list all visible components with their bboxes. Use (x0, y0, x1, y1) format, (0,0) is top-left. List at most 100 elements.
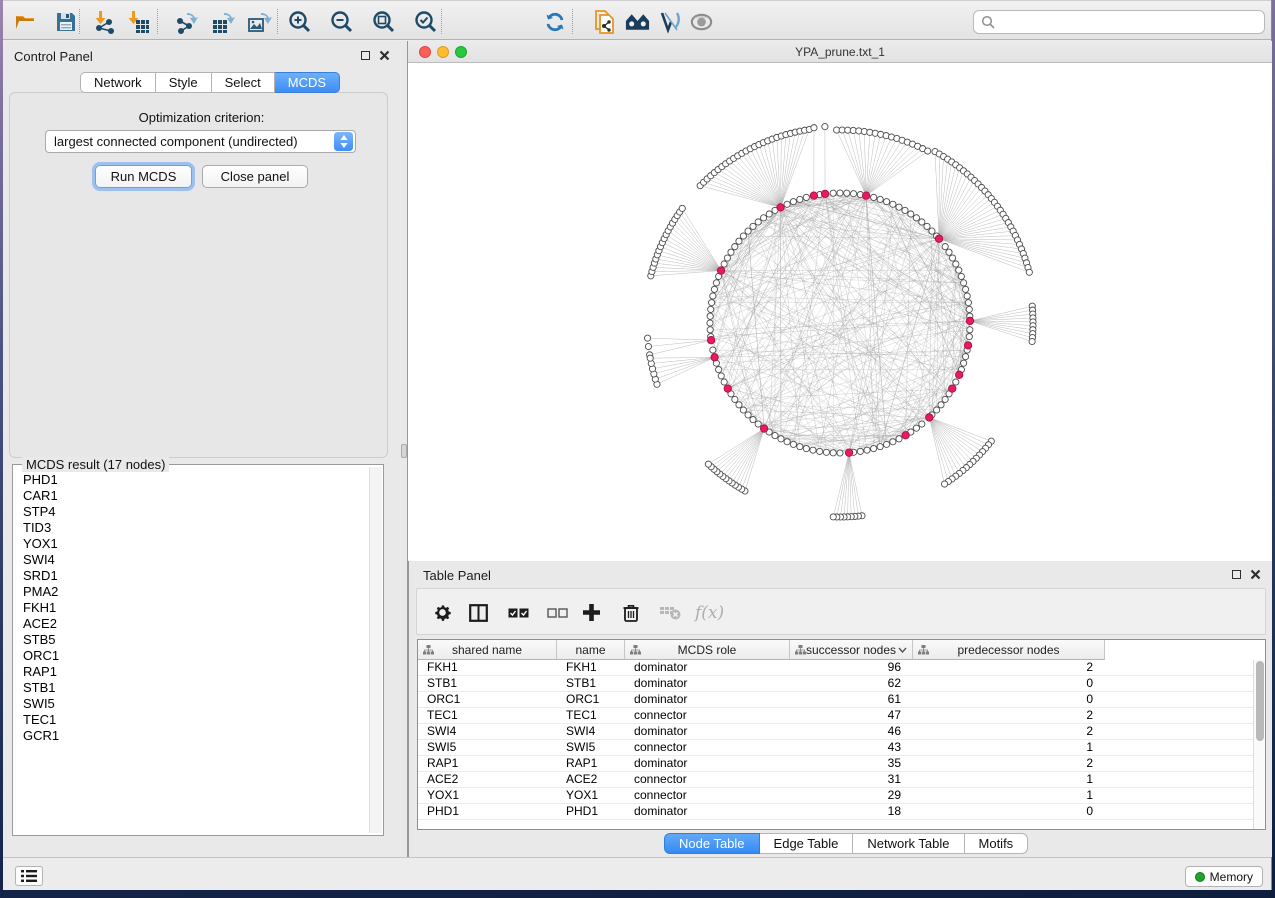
ring-node[interactable] (810, 447, 816, 453)
mcds-list-scrollbar[interactable] (369, 467, 382, 833)
ring-node[interactable] (929, 228, 935, 234)
cell-shared-name[interactable]: PHD1 (418, 804, 557, 819)
ring-node[interactable] (711, 286, 717, 292)
cell-MCDS-role[interactable]: connector (625, 772, 790, 787)
column-header-successor-nodes[interactable]: successor nodes (790, 640, 913, 660)
mcds-hub-node[interactable] (724, 385, 731, 392)
criterion-select[interactable]: largest connected component (undirected) (45, 130, 356, 153)
search-input[interactable] (1000, 13, 1264, 31)
table-row[interactable]: ACE2ACE2connector311 (418, 772, 1253, 788)
tab-network-table[interactable]: Network Table (853, 833, 964, 854)
ring-node[interactable] (736, 402, 742, 408)
ring-node[interactable] (718, 373, 724, 379)
cell-predecessor-nodes[interactable]: 0 (913, 692, 1105, 707)
cell-predecessor-nodes[interactable]: 2 (913, 756, 1105, 771)
leaf-node[interactable] (830, 514, 836, 520)
tab-network[interactable]: Network (80, 72, 156, 93)
ring-node[interactable] (890, 439, 896, 445)
ring-node[interactable] (728, 249, 734, 255)
ring-node[interactable] (883, 441, 889, 447)
ring-node[interactable] (709, 300, 715, 306)
table-row[interactable]: ORC1ORC1dominator610 (418, 692, 1253, 708)
cell-predecessor-nodes[interactable]: 0 (913, 676, 1105, 691)
cell-name[interactable]: PHD1 (557, 804, 625, 819)
ring-node[interactable] (896, 436, 902, 442)
ring-node[interactable] (942, 243, 948, 249)
leaf-node[interactable] (811, 125, 817, 131)
table-scrollbar-thumb[interactable] (1256, 661, 1264, 741)
mcds-node-item[interactable]: PMA2 (14, 584, 368, 600)
close-panel-button[interactable]: Close panel (202, 165, 308, 188)
network-canvas[interactable] (408, 63, 1272, 561)
mcds-hub-node[interactable] (935, 235, 942, 242)
ring-node[interactable] (707, 327, 713, 333)
mcds-node-item[interactable]: RAP1 (14, 664, 368, 680)
memory-button[interactable]: Memory (1185, 866, 1263, 887)
column-header-predecessor-nodes[interactable]: predecessor nodes (913, 640, 1105, 660)
ring-node[interactable] (837, 190, 843, 196)
cell-MCDS-role[interactable]: connector (625, 708, 790, 723)
refresh-icon[interactable] (541, 8, 568, 35)
table-row[interactable]: TEC1TEC1connector472 (418, 708, 1253, 724)
column-header-name[interactable]: name (557, 640, 625, 660)
delete-column-trash-icon[interactable] (623, 600, 639, 625)
ring-node[interactable] (871, 194, 877, 200)
table-scrollbar[interactable] (1253, 660, 1265, 829)
cell-shared-name[interactable]: TEC1 (418, 708, 557, 723)
mcds-node-item[interactable]: STB1 (14, 680, 368, 696)
mcds-hub-node[interactable] (902, 432, 909, 439)
ring-node[interactable] (732, 243, 738, 249)
delete-table-icon[interactable] (660, 600, 681, 625)
export-table-icon[interactable] (210, 8, 237, 35)
mcds-node-item[interactable]: FKH1 (14, 600, 368, 616)
mcds-hub-node[interactable] (956, 371, 963, 378)
mcds-node-item[interactable]: PHD1 (14, 472, 368, 488)
zoom-selected-icon[interactable] (412, 8, 439, 35)
mcds-hub-node[interactable] (862, 192, 869, 199)
mcds-hub-node[interactable] (717, 267, 724, 274)
table-settings-gear-icon[interactable] (432, 600, 453, 625)
table-row[interactable]: STB1STB1dominator620 (418, 676, 1253, 692)
cell-predecessor-nodes[interactable]: 1 (913, 772, 1105, 787)
ring-node[interactable] (708, 306, 714, 312)
tab-select[interactable]: Select (212, 72, 275, 93)
cell-successor-nodes[interactable]: 18 (790, 804, 913, 819)
ring-node[interactable] (750, 223, 756, 229)
ring-node[interactable] (830, 190, 836, 196)
save-icon[interactable] (52, 8, 79, 35)
ring-node[interactable] (724, 255, 730, 261)
ring-node[interactable] (919, 219, 925, 225)
ring-node[interactable] (961, 360, 967, 366)
cell-predecessor-nodes[interactable]: 1 (913, 740, 1105, 755)
mcds-node-item[interactable]: GCR1 (14, 728, 368, 744)
splitter-grip[interactable] (401, 444, 407, 458)
mcds-node-item[interactable]: TID3 (14, 520, 368, 536)
table-row[interactable]: YOX1YOX1connector291 (418, 788, 1253, 804)
ring-node[interactable] (961, 280, 967, 286)
ring-node[interactable] (913, 215, 919, 221)
mcds-hub-node[interactable] (777, 204, 784, 211)
ring-node[interactable] (902, 207, 908, 213)
cell-name[interactable]: YOX1 (557, 788, 625, 803)
cell-successor-nodes[interactable]: 96 (790, 660, 913, 675)
ring-node[interactable] (790, 199, 796, 205)
mcds-hub-node[interactable] (966, 317, 973, 324)
cell-shared-name[interactable]: FKH1 (418, 660, 557, 675)
ring-node[interactable] (745, 412, 751, 418)
cell-shared-name[interactable]: ACE2 (418, 772, 557, 787)
ring-node[interactable] (964, 293, 970, 299)
ring-node[interactable] (732, 396, 738, 402)
cell-name[interactable]: TEC1 (557, 708, 625, 723)
ring-node[interactable] (966, 333, 972, 339)
import-network-icon[interactable] (91, 8, 118, 35)
cell-MCDS-role[interactable]: dominator (625, 692, 790, 707)
mcds-result-list[interactable]: PHD1CAR1STP4TID3YOX1SWI4SRD1PMA2FKH1ACE2… (14, 472, 368, 833)
select-all-rows-icon[interactable] (508, 600, 529, 625)
ring-node[interactable] (750, 417, 756, 423)
cell-name[interactable]: FKH1 (557, 660, 625, 675)
zoom-out-icon[interactable] (328, 8, 355, 35)
mcds-hub-node[interactable] (810, 192, 817, 199)
show-graphics-details-icon[interactable] (688, 8, 715, 35)
leaf-node[interactable] (1026, 269, 1032, 275)
tab-mcds[interactable]: MCDS (275, 72, 340, 93)
